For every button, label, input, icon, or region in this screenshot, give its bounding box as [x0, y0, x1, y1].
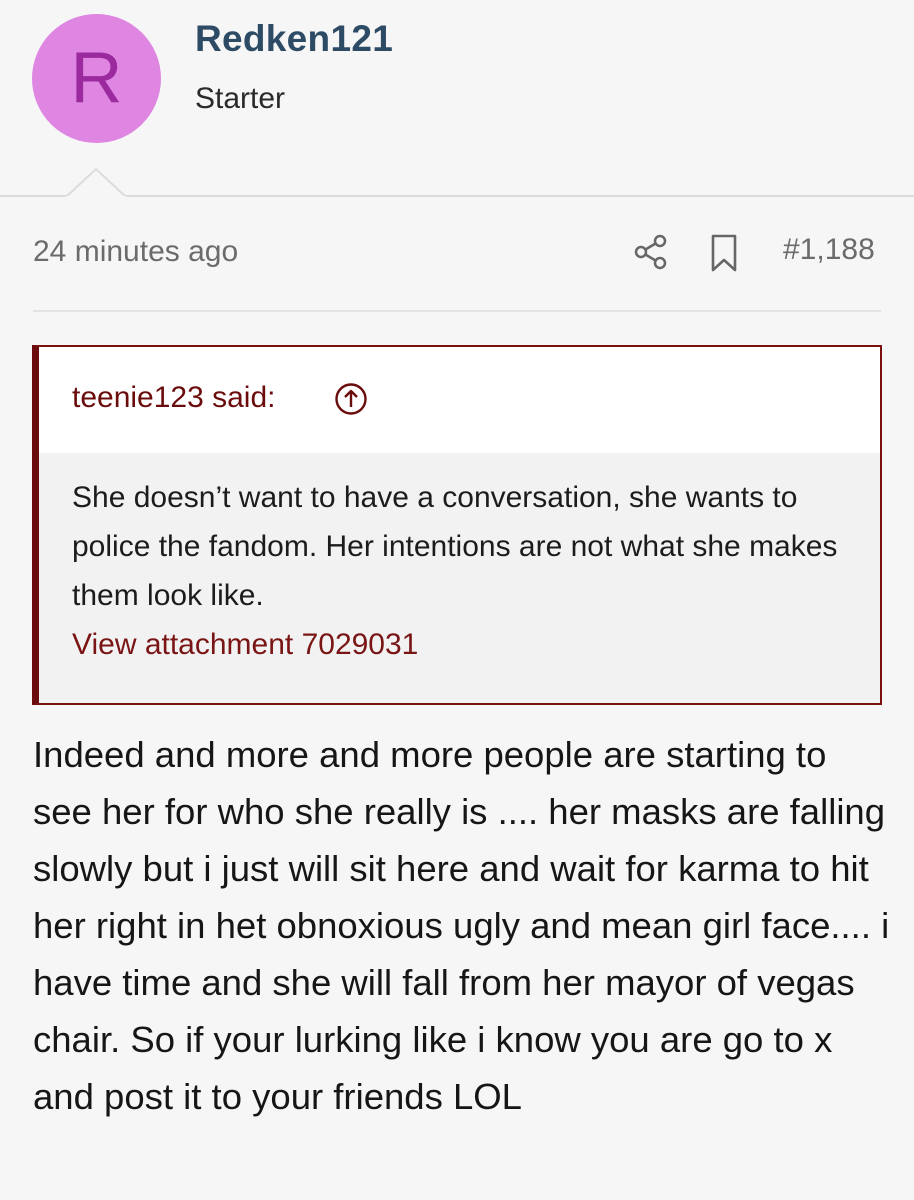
quote-block: teenie123 said: She doesn’t want to have…	[32, 345, 882, 705]
avatar[interactable]: R	[32, 14, 161, 143]
bookmark-icon[interactable]	[708, 233, 740, 273]
post-timestamp[interactable]: 24 minutes ago	[33, 235, 238, 269]
post-meta-row: 24 minutes ago #1,188	[0, 225, 914, 285]
user-title: Starter	[195, 82, 286, 115]
post-number-link[interactable]: #1,188	[783, 233, 875, 267]
post-user-header: R Redken121 Starter	[0, 0, 914, 196]
share-icon[interactable]	[632, 233, 670, 271]
quote-header: teenie123 said:	[39, 347, 880, 453]
quote-text: She doesn’t want to have a conversation,…	[72, 481, 838, 612]
jump-to-quote-icon[interactable]	[333, 381, 369, 417]
view-attachment-link[interactable]: View attachment 7029031	[72, 620, 852, 669]
header-divider	[0, 195, 914, 197]
post-message-text: Indeed and more and more people are star…	[33, 734, 890, 1117]
username-link[interactable]: Redken121	[195, 18, 393, 60]
speech-pointer-icon	[66, 168, 126, 198]
quote-content: She doesn’t want to have a conversation,…	[72, 473, 852, 669]
quote-author-link[interactable]: teenie123 said:	[72, 381, 276, 415]
meta-divider	[33, 310, 881, 312]
